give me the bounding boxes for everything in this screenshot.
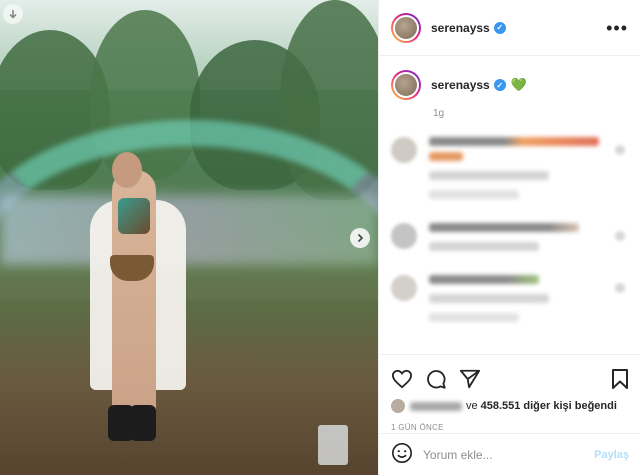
post-actions: ve 458.551 diğer kişi beğendi 1 GÜN ÖNCE <box>379 354 640 432</box>
blurred-comment-text <box>429 137 599 146</box>
photo-light-haze <box>0 195 378 265</box>
comment-avatar[interactable] <box>391 275 417 301</box>
action-icons <box>391 363 629 395</box>
comment-icon[interactable] <box>425 368 447 390</box>
likes-summary[interactable]: ve 458.551 diğer kişi beğendi <box>391 399 629 413</box>
blurred-view-replies[interactable] <box>429 190 519 199</box>
list-item <box>391 223 629 257</box>
photo-head <box>112 152 142 188</box>
photo-shoe <box>130 405 156 441</box>
likes-suffix[interactable]: diğer kişi beğendi <box>523 400 617 412</box>
comment-like-icon[interactable] <box>615 283 625 293</box>
verified-badge-icon: ✓ <box>493 79 506 91</box>
blurred-liker-name <box>410 401 462 411</box>
bookmark-icon[interactable] <box>611 368 629 390</box>
comment-composer: Paylaş <box>379 433 640 475</box>
blurred-view-replies[interactable] <box>429 313 519 322</box>
post-timestamp[interactable]: 1 GÜN ÖNCE <box>391 423 629 432</box>
blurred-comment-text <box>429 275 539 284</box>
paper-plane-icon[interactable] <box>459 368 481 390</box>
blurred-comment-meta <box>429 171 549 180</box>
list-item <box>391 137 629 205</box>
avatar[interactable] <box>391 12 421 43</box>
chevron-right-icon[interactable] <box>350 228 370 248</box>
verified-badge-icon: ✓ <box>493 21 506 34</box>
emoji-icon[interactable] <box>391 442 413 467</box>
post-header: serenayss ✓ ••• <box>379 0 640 56</box>
comment-avatar[interactable] <box>391 223 417 249</box>
blurred-comment-text <box>429 152 463 161</box>
post-photo[interactable] <box>0 0 378 475</box>
comment-avatar[interactable] <box>391 137 417 163</box>
comment-like-icon[interactable] <box>615 231 625 241</box>
comments-list[interactable]: serenayss ✓ 💚 1g <box>379 56 640 354</box>
avatar[interactable] <box>391 70 421 100</box>
blurred-comment-text <box>429 223 579 232</box>
post-sidebar: serenayss ✓ ••• serenayss ✓ 💚 1g ve 458.… <box>378 0 640 475</box>
list-item <box>391 275 629 328</box>
caption-username[interactable]: serenayss <box>431 78 490 92</box>
photo-swim-top <box>118 198 150 234</box>
header-username[interactable]: serenayss <box>431 21 490 35</box>
likes-count[interactable]: 458.551 <box>481 400 521 412</box>
heart-icon[interactable] <box>391 369 413 389</box>
caption-time[interactable]: 1g <box>433 108 629 119</box>
photo-glass <box>318 425 348 465</box>
more-options-icon[interactable]: ••• <box>606 19 628 37</box>
blurred-comment-meta <box>429 242 539 251</box>
blurred-comment-meta <box>429 294 549 303</box>
caption: serenayss ✓ 💚 <box>391 70 629 100</box>
arrow-down-circle-icon[interactable] <box>3 4 23 24</box>
comment-input[interactable] <box>423 447 595 462</box>
likes-and: ve <box>466 400 478 412</box>
post-comment-button[interactable]: Paylaş <box>594 449 629 461</box>
comment-like-icon[interactable] <box>615 145 625 155</box>
liker-avatar <box>391 399 405 413</box>
green-heart-emoji: 💚 <box>510 77 527 92</box>
